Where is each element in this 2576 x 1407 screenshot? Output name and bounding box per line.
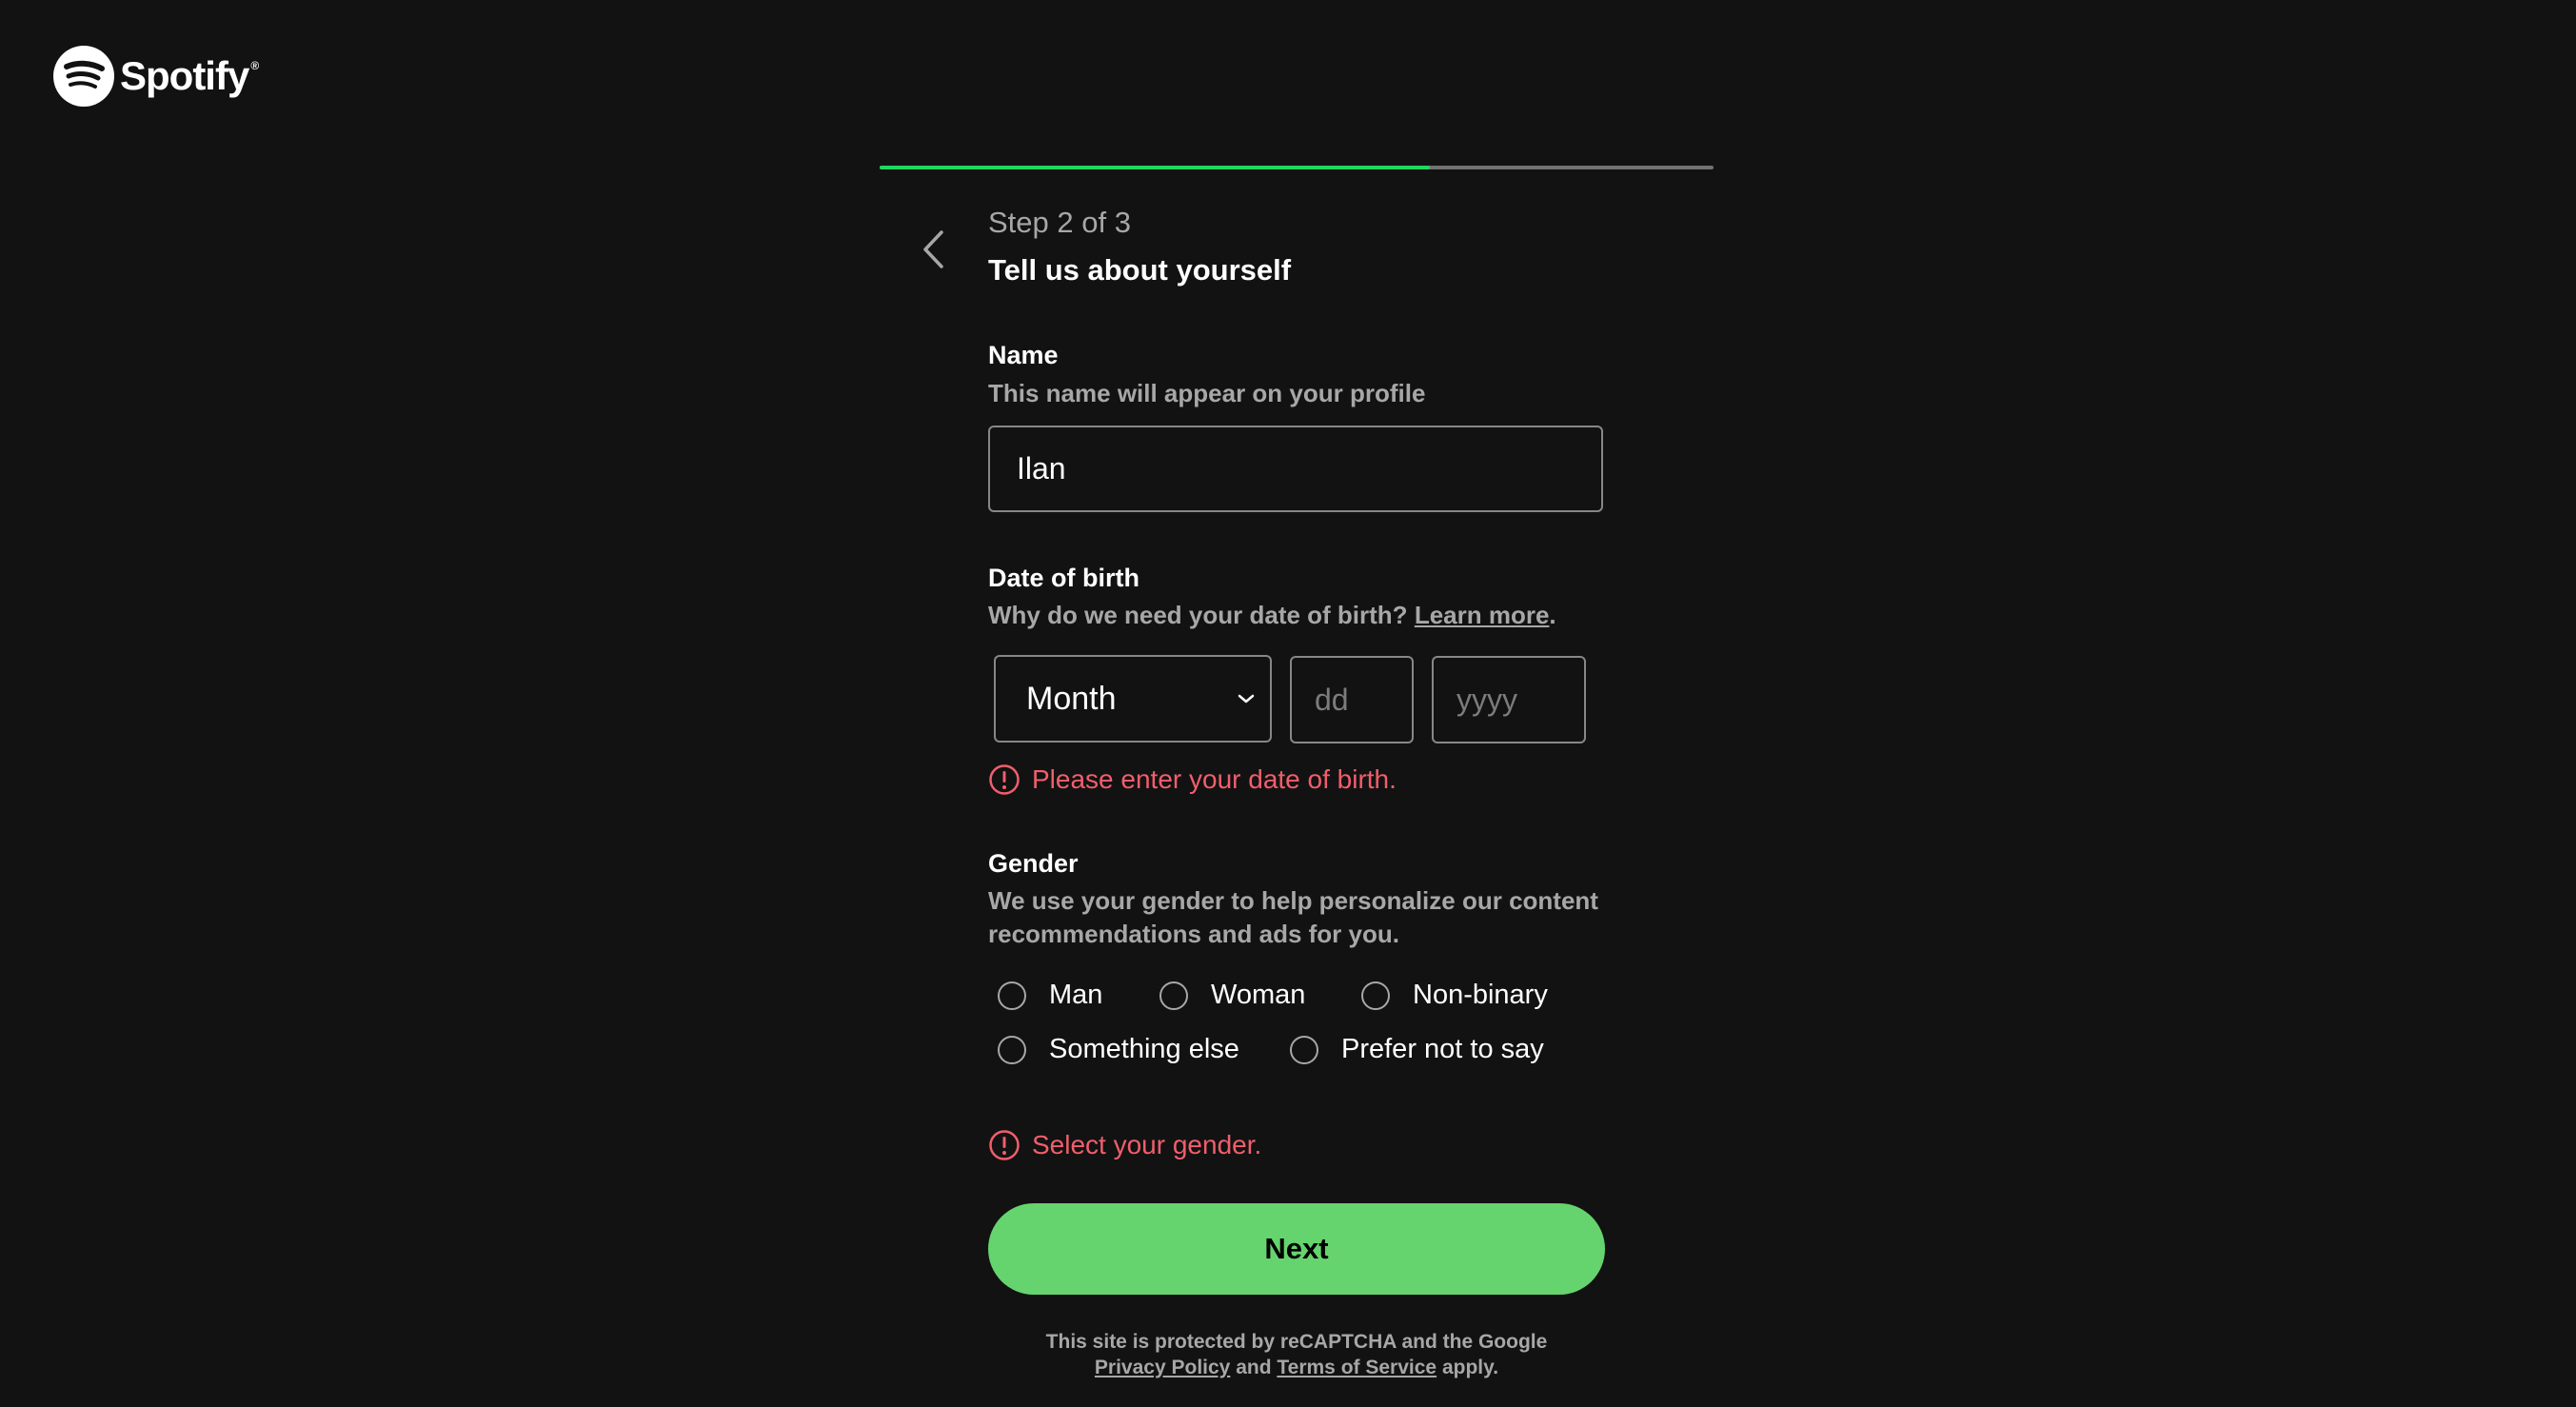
radio-label: Non-binary xyxy=(1413,980,1548,1010)
gender-radio-prefer-not-to-say[interactable]: Prefer not to say xyxy=(1290,1034,1544,1065)
recaptcha-line-2: Privacy Policy and Terms of Service appl… xyxy=(988,1355,1605,1380)
recaptcha-line-1: This site is protected by reCAPTCHA and … xyxy=(1045,1331,1548,1353)
step-indicator: Step 2 of 3 xyxy=(988,206,1131,239)
dob-error-text: Please enter your date of birth. xyxy=(1032,764,1397,794)
learn-more-link[interactable]: Learn more xyxy=(1415,601,1550,629)
gender-error-text: Select your gender. xyxy=(1032,1130,1262,1159)
footer-apply: apply. xyxy=(1441,1357,1499,1378)
radio-label: Prefer not to say xyxy=(1341,1034,1544,1064)
radio-circle xyxy=(1361,981,1390,1010)
dob-help-text: Why do we need your date of birth? Learn… xyxy=(988,599,1556,632)
footer-and: and xyxy=(1236,1357,1272,1378)
spotify-logo-icon xyxy=(53,46,114,107)
error-icon xyxy=(989,1130,1020,1160)
gender-radio-woman[interactable]: Woman xyxy=(1159,980,1305,1011)
year-input[interactable] xyxy=(1432,656,1586,743)
privacy-policy-link[interactable]: Privacy Policy xyxy=(1095,1357,1230,1378)
spotify-logo[interactable]: Spotify ® xyxy=(53,46,259,107)
radio-label: Something else xyxy=(1049,1034,1239,1064)
dob-label: Date of birth xyxy=(988,564,1139,592)
name-label: Name xyxy=(988,341,1059,369)
gender-radio-something-else[interactable]: Something else xyxy=(998,1034,1239,1065)
next-button[interactable]: Next xyxy=(988,1203,1605,1295)
gender-label: Gender xyxy=(988,849,1079,878)
chevron-left-icon xyxy=(923,230,943,268)
gender-radio-non-binary[interactable]: Non-binary xyxy=(1361,980,1548,1011)
back-button[interactable] xyxy=(914,225,952,274)
radio-circle xyxy=(998,1035,1026,1064)
chevron-down-icon xyxy=(1238,694,1255,704)
dob-help-question: Why do we need your date of birth? xyxy=(988,601,1408,629)
radio-circle xyxy=(998,981,1026,1010)
recaptcha-notice: This site is protected by reCAPTCHA and … xyxy=(988,1329,1605,1380)
day-input[interactable] xyxy=(1290,656,1414,743)
signup-page: Spotify ® Step 2 of 3 Tell us about yours… xyxy=(0,0,2576,1407)
radio-label: Man xyxy=(1049,980,1103,1010)
page-title: Tell us about yourself xyxy=(988,253,1292,287)
logo-wordmark: Spotify ® xyxy=(120,53,259,98)
radio-circle xyxy=(1159,981,1188,1010)
month-select-value: Month xyxy=(1026,680,1117,717)
gender-help-text: We use your gender to help personalize o… xyxy=(988,886,1598,948)
radio-circle xyxy=(1290,1035,1318,1064)
gender-error: Select your gender. xyxy=(988,1129,1261,1161)
dob-error: Please enter your date of birth. xyxy=(988,763,1397,796)
terms-of-service-link[interactable]: Terms of Service xyxy=(1277,1357,1437,1378)
name-help-text: This name will appear on your profile xyxy=(988,379,1426,407)
gender-radio-man[interactable]: Man xyxy=(998,980,1102,1011)
progress-bar-fill xyxy=(880,166,1431,169)
radio-label: Woman xyxy=(1211,980,1306,1010)
progress-bar xyxy=(880,166,1714,169)
month-select[interactable]: Month xyxy=(994,655,1272,743)
error-icon xyxy=(989,764,1020,795)
dob-help-period: . xyxy=(1549,601,1556,629)
name-input[interactable] xyxy=(988,426,1603,512)
